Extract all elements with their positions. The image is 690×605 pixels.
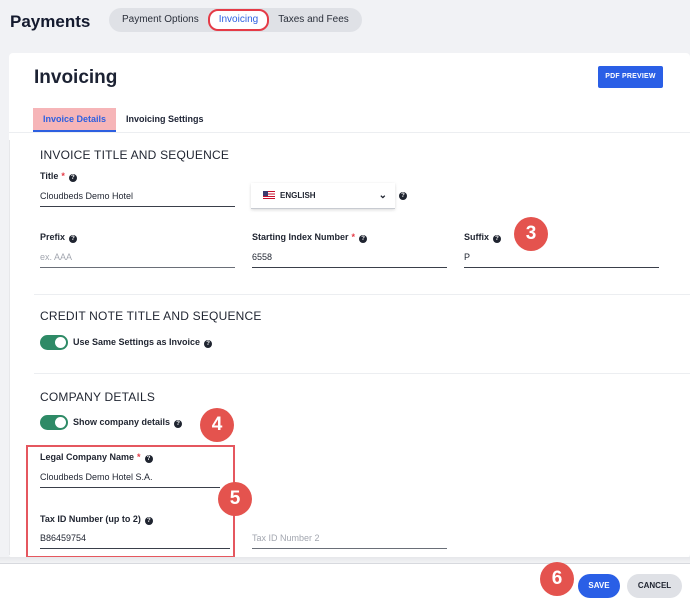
save-button[interactable]: SAVE: [578, 574, 620, 598]
same-settings-toggle[interactable]: [40, 335, 68, 350]
tab-invoice-details[interactable]: Invoice Details: [33, 108, 117, 132]
tab-invoicing[interactable]: Invoicing: [207, 9, 270, 31]
company-section-heading: COMPANY DETAILS: [40, 390, 156, 404]
credit-note-section-heading: CREDIT NOTE TITLE AND SEQUENCE: [40, 309, 262, 323]
help-icon: ?: [144, 455, 153, 463]
page-title: Payments: [10, 12, 91, 31]
card-left-rule: [9, 140, 10, 555]
section-tabs: Payment Options Invoicing Taxes and Fees: [109, 8, 362, 32]
tab-divider: [9, 132, 690, 133]
language-select[interactable]: ENGLISH ⌄: [251, 183, 395, 209]
invoicing-card: Invoicing PDF PREVIEW Invoice Details In…: [9, 53, 690, 558]
help-icon: ?: [144, 517, 153, 525]
invoicing-tabs: Invoice Details Invoicing Settings: [33, 108, 214, 132]
suffix-label: Suffix?: [464, 232, 502, 243]
section-divider: [34, 294, 690, 295]
help-icon: ?: [69, 235, 78, 243]
suffix-input[interactable]: P: [464, 246, 659, 268]
section-divider: [34, 373, 690, 374]
pdf-preview-button[interactable]: PDF PREVIEW: [598, 66, 663, 88]
chevron-down-icon: ⌄: [378, 190, 387, 201]
step-marker-4: 4: [200, 408, 234, 442]
legal-company-name-input[interactable]: Cloudbeds Demo Hotel S.A.: [40, 466, 220, 488]
starting-index-input[interactable]: 6558: [252, 246, 447, 268]
help-icon: ?: [359, 235, 368, 243]
tab-invoicing-settings[interactable]: Invoicing Settings: [116, 108, 214, 132]
help-icon: ?: [493, 235, 502, 243]
card-title: Invoicing: [34, 67, 118, 88]
invoice-section-heading: INVOICE TITLE AND SEQUENCE: [40, 148, 230, 162]
starting-index-label: Starting Index Number *?: [252, 232, 368, 243]
same-settings-label: Use Same Settings as Invoice?: [73, 337, 213, 348]
step-marker-3: 3: [514, 217, 548, 251]
tab-payment-options[interactable]: Payment Options: [113, 10, 208, 30]
step-marker-5: 5: [218, 482, 252, 516]
title-input[interactable]: Cloudbeds Demo Hotel: [40, 185, 235, 207]
show-company-details-toggle[interactable]: [40, 415, 68, 430]
tax-id-2-input[interactable]: Tax ID Number 2: [252, 527, 447, 549]
tax-id-label: Tax ID Number (up to 2)?: [40, 514, 153, 525]
prefix-input[interactable]: ex. AAA: [40, 246, 235, 268]
step-marker-6-overlay: 6: [540, 562, 574, 596]
legal-company-name-label: Legal Company Name *?: [40, 452, 153, 463]
title-label: Title *?: [40, 171, 77, 182]
us-flag-icon: [263, 191, 275, 199]
prefix-label: Prefix?: [40, 232, 78, 243]
tax-id-1-input[interactable]: B86459754: [40, 527, 230, 549]
cancel-button[interactable]: CANCEL: [627, 574, 682, 598]
help-icon: ?: [174, 420, 183, 428]
tab-taxes-and-fees[interactable]: Taxes and Fees: [269, 10, 358, 30]
help-icon: ?: [204, 340, 213, 348]
language-help-icon[interactable]: ?: [399, 192, 407, 200]
show-company-details-label: Show company details?: [73, 417, 183, 428]
help-icon: ?: [68, 174, 77, 182]
